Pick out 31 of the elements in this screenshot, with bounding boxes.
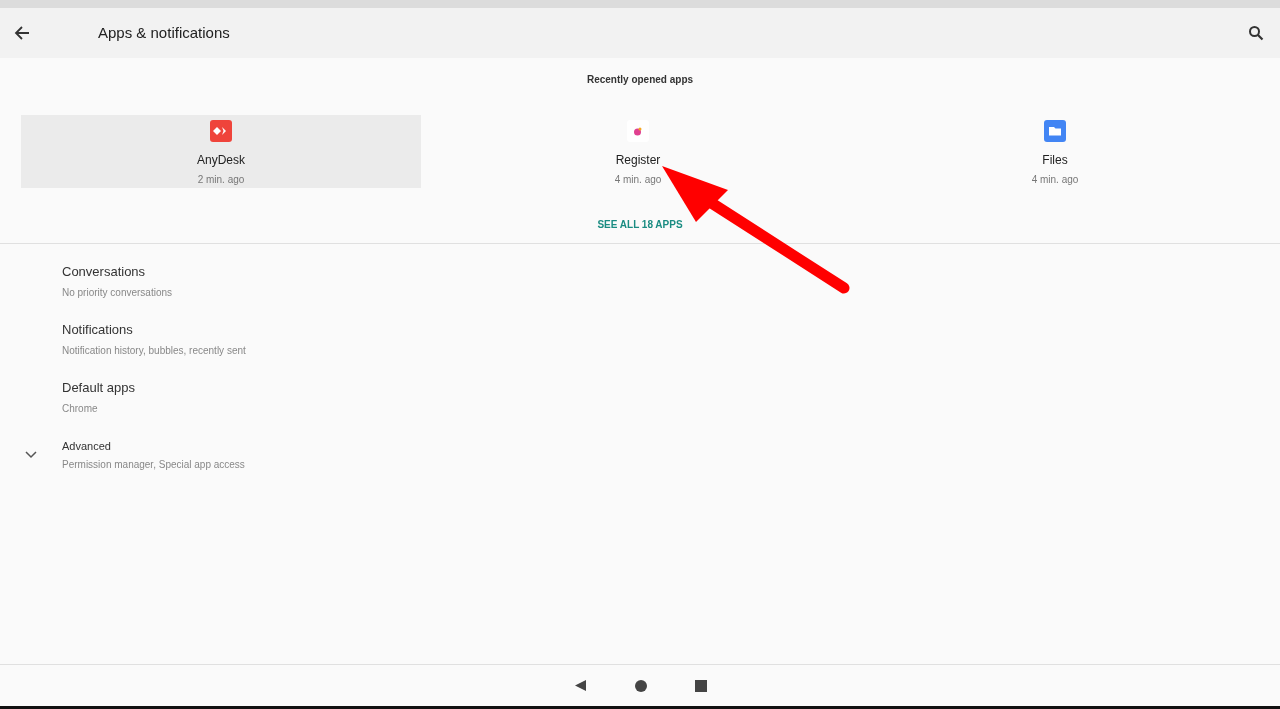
item-summary: Permission manager, Special app access [62,458,245,473]
item-summary: Chrome [62,401,99,416]
chevron-down-icon [25,451,37,459]
folder-icon [1044,120,1066,142]
settings-item[interactable]: Default apps Chrome [0,375,1280,433]
home-circle-icon[interactable] [634,679,647,692]
see-all-apps-link[interactable]: SEE ALL 18 APPS [597,217,683,232]
app-time: 2 min. ago [197,173,245,187]
item-title: Advanced [62,438,112,454]
settings-item[interactable]: Notifications Notification history, bubbles, recently sent [0,317,1280,375]
app-time: 4 min. ago [1031,173,1079,187]
app-name: Register [615,152,661,169]
app-name: Files [1042,152,1068,169]
item-title: Conversations [62,263,147,282]
overview-square-icon[interactable] [694,679,707,692]
recent-app-tile[interactable]: Files 4 min. ago [855,115,1255,188]
item-summary: Notification history, bubbles, recently sent [62,343,246,358]
app-time: 4 min. ago [614,173,662,187]
settings-item[interactable]: Conversations No priority conversations [0,259,1280,317]
recent-app-tile[interactable]: AnyDesk 2 min. ago [21,115,421,188]
page-title: Apps & notifications [98,22,230,43]
app-name: AnyDesk [197,152,245,169]
item-title: Notifications [62,321,134,340]
item-summary: No priority conversations [62,285,173,300]
recent-app-tile[interactable]: Register 4 min. ago [438,115,838,188]
search-button[interactable] [1246,23,1266,43]
settings-item[interactable]: Advanced Permission manager, Special app access [0,433,1280,491]
section-title: Recently opened apps [586,73,694,87]
back-triangle-icon[interactable] [573,679,587,692]
item-title: Default apps [62,379,135,398]
app-logo-icon [210,120,232,142]
